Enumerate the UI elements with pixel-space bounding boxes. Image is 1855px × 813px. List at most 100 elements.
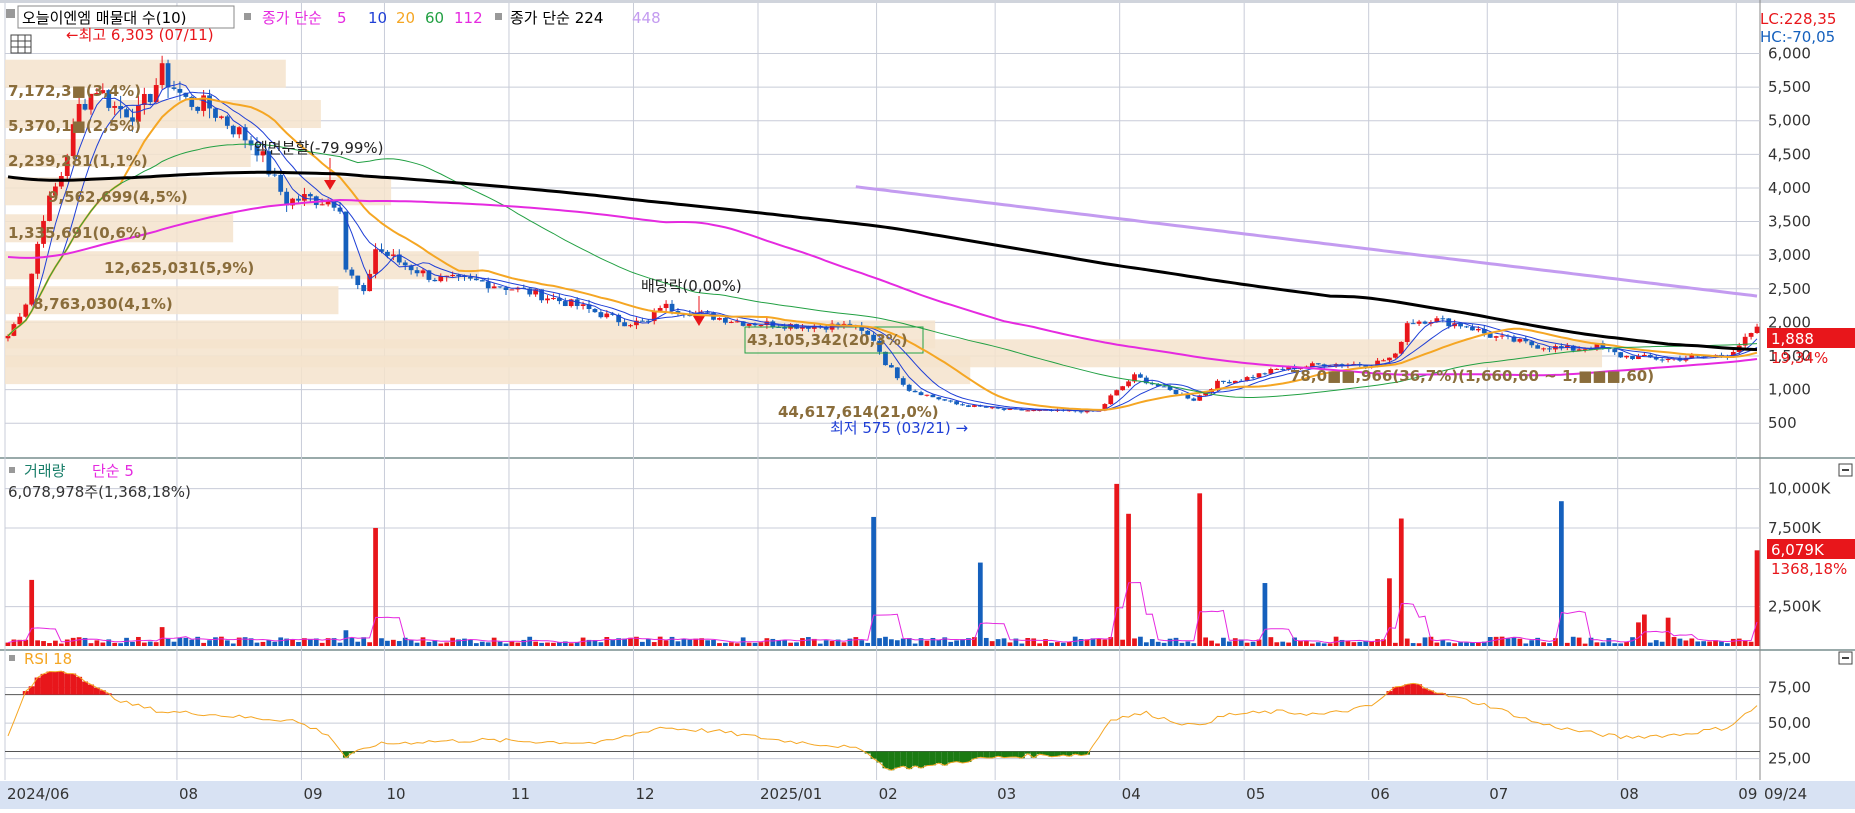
volume-bar: [1612, 643, 1618, 646]
candle: [1221, 380, 1226, 382]
volume-bar: [159, 627, 165, 646]
close-icon[interactable]: [1838, 463, 1853, 477]
price-tick-label: 4,500: [1768, 145, 1811, 163]
volume-bar: [705, 640, 710, 646]
volume-bar: [912, 643, 918, 646]
volume-bar: [1606, 638, 1612, 646]
volume-bar: [1695, 641, 1701, 646]
candle: [622, 322, 627, 327]
volume-bar: [977, 562, 983, 646]
candle: [592, 309, 598, 313]
candle: [930, 394, 936, 398]
volume-bar: [657, 636, 663, 646]
x-axis-label: 02: [879, 785, 898, 803]
candle: [545, 298, 550, 301]
volume-tick-label: 10,000K: [1768, 480, 1831, 498]
x-axis-label: 03: [997, 785, 1016, 803]
candle: [1440, 318, 1446, 320]
grid-icon[interactable]: [10, 34, 32, 54]
candle: [966, 405, 971, 407]
candle: [1748, 332, 1754, 337]
rsi-oversold-fill: [918, 751, 925, 769]
volume-current-label: 6,078,978주(1,368,18%): [8, 483, 191, 501]
stock-chart[interactable]: 6,000 5,500 5,000 4,500 4,000 3,500 3,000 2,500…: [0, 0, 1855, 809]
candle: [1624, 355, 1629, 358]
price-tick-label: 3,500: [1768, 213, 1811, 231]
volume-bar: [1102, 639, 1108, 646]
volume-bar: [1280, 641, 1286, 646]
volume-bar: [521, 639, 527, 646]
candle: [468, 276, 473, 279]
volume-bar: [1559, 501, 1564, 646]
volume-bar: [930, 637, 936, 646]
x-axis-label: 09: [1738, 785, 1757, 803]
ma-period-10: 10: [368, 9, 387, 27]
volume-bar: [983, 637, 989, 646]
volume-bar: [58, 643, 64, 646]
volume-bar: [385, 640, 390, 646]
volume-bar: [147, 641, 153, 646]
split-annotation: 액면분할(-79,99%): [254, 139, 384, 157]
candle: [224, 116, 230, 126]
volume-bar: [1458, 642, 1463, 646]
volume-bar: [1630, 637, 1635, 646]
candle: [758, 325, 764, 327]
rsi-oversold-fill: [935, 751, 942, 764]
volume-bar: [136, 636, 141, 646]
volume-bar: [1060, 642, 1066, 646]
candle: [657, 308, 663, 311]
candle: [728, 321, 734, 323]
x-axis-label: 2025/01: [760, 785, 822, 803]
volume-bar: [948, 641, 954, 646]
ma2-label: 종가 단순 224: [510, 9, 603, 27]
volume-bar: [254, 642, 260, 646]
candle: [1250, 377, 1256, 379]
volume-bar: [1689, 638, 1695, 646]
volume-bar: [450, 637, 456, 646]
volume-bar: [1167, 638, 1173, 646]
candle: [562, 301, 568, 307]
low-annotation: 최저 575 (03/21) →: [830, 419, 968, 437]
volume-bar: [1274, 642, 1280, 646]
candle: [948, 400, 954, 402]
candle: [272, 174, 278, 176]
volume-bar: [153, 642, 159, 646]
candle: [1446, 318, 1452, 327]
candle: [723, 317, 728, 323]
volume-tick-label: 7,500K: [1768, 519, 1822, 537]
volume-bar: [1179, 642, 1185, 646]
rsi-oversold-fill: [953, 751, 960, 762]
chart-svg[interactable]: 6,000 5,500 5,000 4,500 4,000 3,500 3,000 2,500…: [0, 0, 1855, 809]
top-border: [0, 0, 1855, 3]
close-icon[interactable]: [1838, 651, 1853, 665]
volume-bar: [1066, 641, 1072, 646]
volume-bar: [491, 637, 497, 646]
volume-bar: [1161, 642, 1167, 646]
volume-ma-label: 단순 5: [92, 462, 134, 480]
price-tick-label: 1,000: [1768, 381, 1811, 399]
volume-bar: [379, 638, 384, 646]
price-tick-label: 5,000: [1768, 112, 1811, 130]
volume-bar: [473, 643, 479, 646]
volume-bar: [894, 640, 900, 646]
volume-bar: [651, 642, 657, 646]
rsi-oversold-fill: [1007, 751, 1013, 758]
volume-bar: [1410, 643, 1416, 646]
rsi-overbought-fill: [70, 673, 77, 695]
candle: [1381, 360, 1386, 362]
volume-bar: [687, 639, 693, 646]
volume-bar: [1464, 642, 1469, 646]
candle: [1464, 326, 1469, 328]
candle: [1315, 363, 1321, 365]
x-axis-label: 08: [1620, 785, 1639, 803]
candle: [1138, 374, 1143, 378]
volume-bar: [1001, 638, 1007, 646]
candle: [230, 125, 236, 135]
price-tick-label: 6,000: [1768, 45, 1811, 63]
volume-bar: [1594, 642, 1600, 646]
rsi-oversold-fill: [929, 751, 936, 766]
x-axis-label: 06: [1371, 785, 1390, 803]
volume-bar: [367, 642, 373, 646]
volume-bar: [859, 640, 865, 646]
candle: [473, 278, 479, 281]
